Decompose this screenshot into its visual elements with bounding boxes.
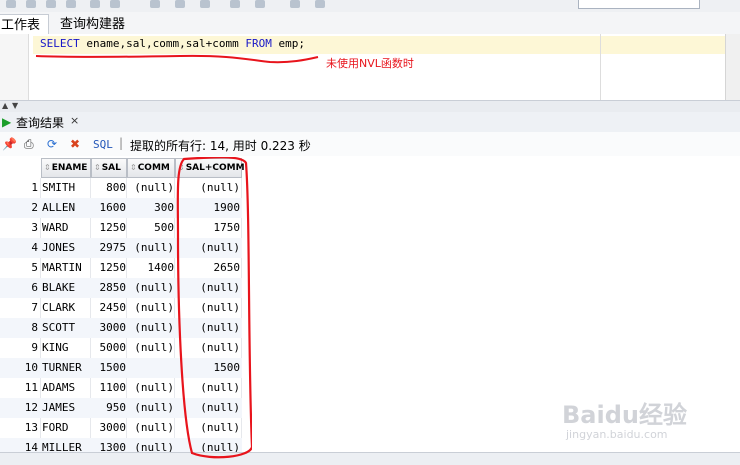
row-number[interactable]: 2: [0, 198, 38, 218]
cell-comm[interactable]: (null): [128, 178, 174, 198]
pin-icon[interactable]: 📌: [2, 137, 17, 151]
toolbar-separator: |: [119, 136, 124, 150]
fetch-status: 提取的所有行: 14, 用时 0.223 秒: [130, 139, 311, 153]
cell-sal[interactable]: 800: [92, 178, 126, 198]
results-toolbar: 📌 ⎙ ⟳ ✖ SQL | 提取的所有行: 14, 用时 0.223 秒: [0, 132, 740, 157]
close-icon[interactable]: ×: [70, 114, 79, 127]
cell-comm[interactable]: (null): [128, 378, 174, 398]
watermark-logo: Baidu经验: [562, 401, 687, 429]
cell-ename[interactable]: BLAKE: [42, 278, 75, 298]
cell-ename[interactable]: MARTIN: [42, 258, 82, 278]
grid-scrollbar[interactable]: [0, 452, 740, 465]
column-header-sal[interactable]: ⇕SAL: [91, 158, 127, 178]
cell-sal[interactable]: 1250: [92, 218, 127, 238]
cell-comm[interactable]: (null): [128, 278, 174, 298]
play-icon: ▶: [2, 115, 12, 129]
clear-icon[interactable]: ✖: [70, 137, 80, 151]
annotation-underline: [35, 54, 319, 64]
highlight-circle: [176, 157, 252, 459]
cell-sal[interactable]: 3000: [92, 318, 127, 338]
cell-comm[interactable]: (null): [128, 418, 174, 438]
cell-ename[interactable]: JAMES: [42, 398, 75, 418]
row-number[interactable]: 6: [0, 278, 38, 298]
sql-button[interactable]: SQL: [93, 138, 113, 151]
print-icon[interactable]: ⎙: [24, 137, 34, 152]
cell-ename[interactable]: ALLEN: [42, 198, 75, 218]
cell-sal[interactable]: 1600: [92, 198, 127, 218]
cell-comm[interactable]: (null): [128, 238, 174, 258]
cell-ename[interactable]: KING: [42, 338, 69, 358]
cell-ename[interactable]: TURNER: [42, 358, 82, 378]
sort-icon[interactable]: ⇕: [130, 163, 137, 172]
row-number[interactable]: 8: [0, 318, 38, 338]
cell-sal[interactable]: 1500: [92, 358, 127, 378]
cell-sal[interactable]: 1100: [92, 378, 127, 398]
cell-comm[interactable]: [128, 358, 174, 378]
cell-ename[interactable]: CLARK: [42, 298, 75, 318]
row-number[interactable]: 5: [0, 258, 38, 278]
row-number[interactable]: 7: [0, 298, 38, 318]
cell-sal[interactable]: 1250: [92, 258, 127, 278]
tab-query-results[interactable]: 查询结果: [16, 114, 64, 131]
cell-sal[interactable]: 2975: [92, 238, 127, 258]
row-number[interactable]: 13: [0, 418, 38, 438]
cell-ename[interactable]: ADAMS: [42, 378, 75, 398]
cell-comm[interactable]: 500: [128, 218, 174, 238]
column-header-comm[interactable]: ⇕COMM: [127, 158, 175, 178]
cell-comm[interactable]: (null): [128, 298, 174, 318]
cell-ename[interactable]: WARD: [42, 218, 69, 238]
cell-sal[interactable]: 3000: [92, 418, 127, 438]
cell-ename[interactable]: SMITH: [42, 178, 75, 198]
cell-ename[interactable]: MILLER: [42, 438, 82, 452]
row-number[interactable]: 3: [0, 218, 38, 238]
cell-comm[interactable]: (null): [128, 398, 174, 418]
cell-sal[interactable]: 950: [92, 398, 126, 418]
cell-sal[interactable]: 5000: [92, 338, 127, 358]
cell-comm[interactable]: (null): [128, 338, 174, 358]
cell-comm[interactable]: (null): [128, 438, 174, 452]
cell-sal[interactable]: 2850: [92, 278, 127, 298]
row-number[interactable]: 9: [0, 338, 38, 358]
results-tabbar: ▶ 查询结果 ×: [0, 112, 740, 133]
sort-icon[interactable]: ⇕: [44, 163, 51, 172]
refresh-icon[interactable]: ⟳: [47, 137, 57, 151]
row-number[interactable]: 11: [0, 378, 38, 398]
row-number[interactable]: 12: [0, 398, 38, 418]
collapse-down-icon[interactable]: ▼: [12, 101, 18, 110]
cell-ename[interactable]: JONES: [42, 238, 75, 258]
column-header-ename[interactable]: ⇕ENAME: [41, 158, 91, 178]
watermark-url: jingyan.baidu.com: [566, 428, 668, 441]
collapse-up-icon[interactable]: ▲: [2, 101, 8, 110]
row-number[interactable]: 14: [0, 438, 38, 452]
cell-comm[interactable]: 300: [128, 198, 174, 218]
row-number[interactable]: 10: [0, 358, 38, 378]
cell-sal[interactable]: 2450: [92, 298, 127, 318]
cell-ename[interactable]: SCOTT: [42, 318, 75, 338]
cell-sal[interactable]: 1300: [92, 438, 127, 452]
row-number[interactable]: 1: [0, 178, 38, 198]
cell-comm[interactable]: (null): [128, 318, 174, 338]
row-number[interactable]: 4: [0, 238, 38, 258]
cell-comm[interactable]: 1400: [128, 258, 175, 278]
sort-icon[interactable]: ⇕: [94, 163, 101, 172]
cell-ename[interactable]: FORD: [42, 418, 69, 438]
annotation-text: 未使用NVL函数时: [326, 57, 414, 70]
